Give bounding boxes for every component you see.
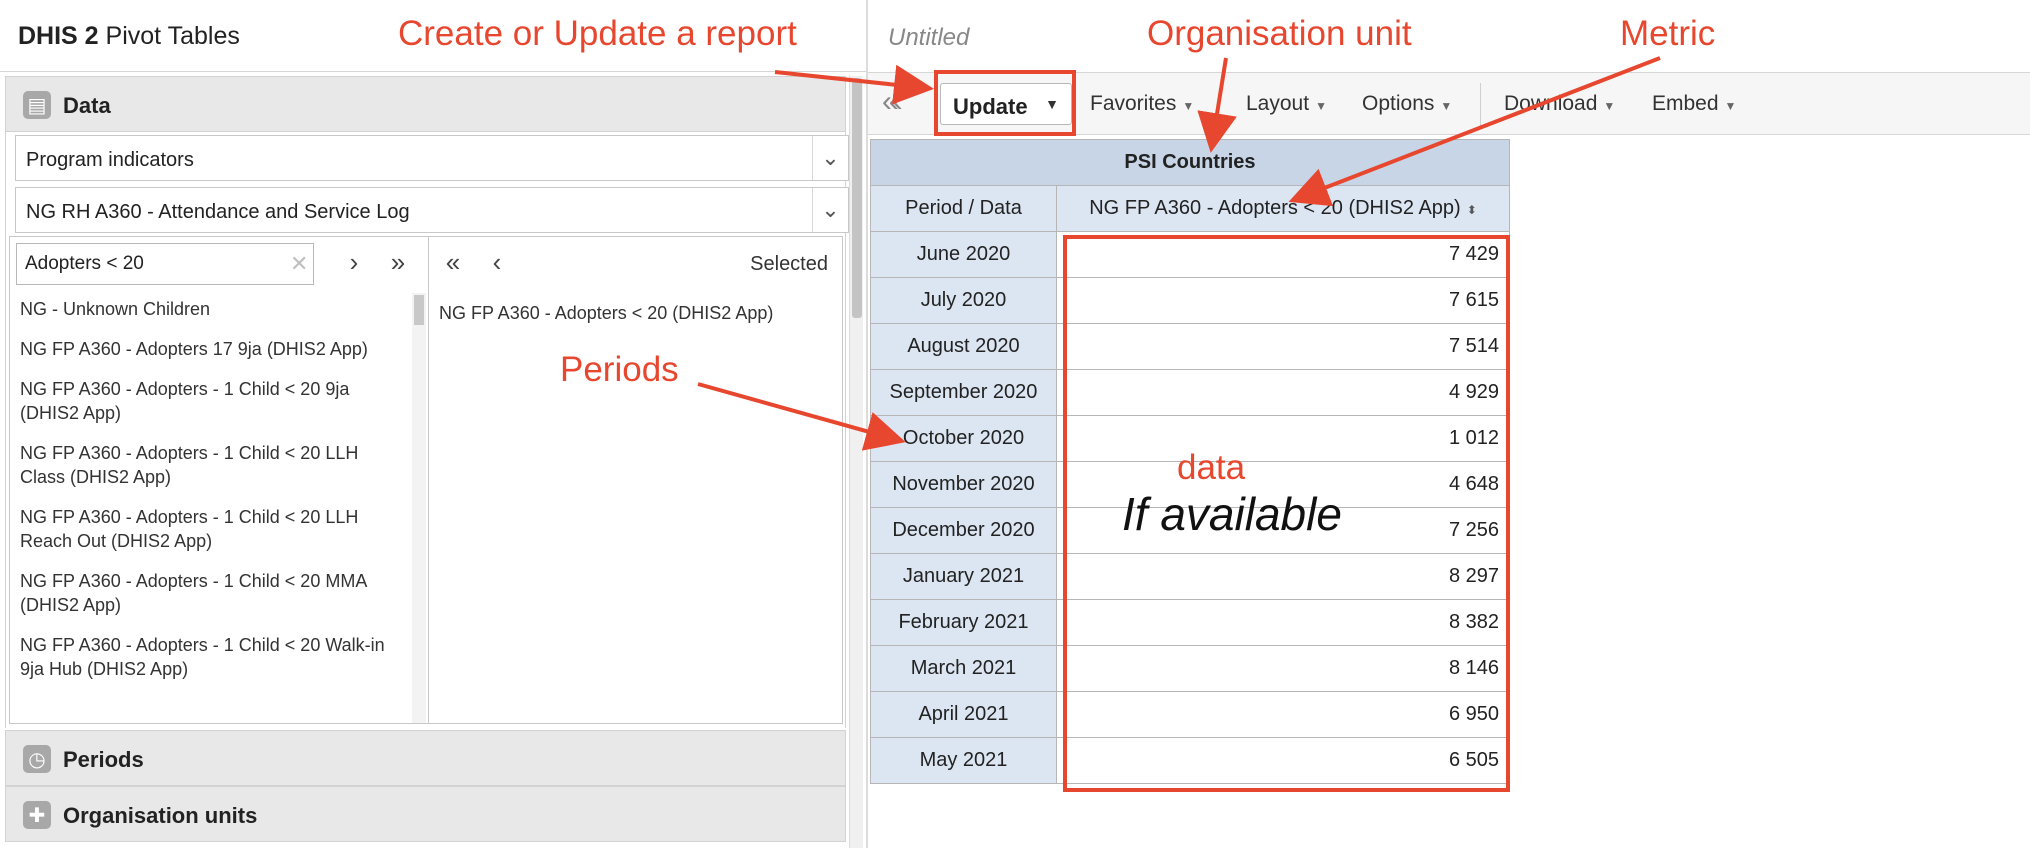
program-select[interactable]: NG RH A360 - Attendance and Service Log … — [15, 187, 849, 233]
data-type-select[interactable]: Program indicators ⌄ — [15, 135, 849, 181]
download-menu[interactable]: Download ▼ — [1504, 92, 1615, 116]
caret-down-icon: ▼ — [1182, 99, 1195, 113]
caret-down-icon: ▼ — [1315, 99, 1327, 113]
metric-label: NG FP A360 - Adopters < 20 (DHIS2 App) — [1089, 197, 1461, 219]
available-item[interactable]: NG FP A360 - Adopters - 1 Child < 20 LLH… — [10, 501, 410, 565]
sort-icon[interactable]: ⬍ — [1467, 203, 1477, 217]
chevron-down-icon[interactable]: ⌄ — [812, 136, 848, 180]
annotation-create-update: Create or Update a report — [398, 14, 797, 53]
clock-icon: ◷ — [23, 745, 51, 773]
collapse-panel-icon[interactable]: «‹ — [882, 85, 903, 119]
caret-down-icon: ▼ — [1440, 99, 1453, 113]
download-label: Download — [1504, 92, 1598, 115]
period-cell: June 2020 — [870, 231, 1057, 278]
org-unit-row: PSI Countries — [870, 139, 1510, 186]
layout-label: Layout — [1246, 92, 1310, 115]
available-item[interactable]: NG FP A360 - Adopters - 1 Child < 20 9ja… — [10, 373, 410, 437]
period-cell: November 2020 — [870, 461, 1057, 508]
available-items-box: ✕ › » NG - Unknown ChildrenNG FP A360 - … — [9, 236, 429, 724]
period-cell: July 2020 — [870, 277, 1057, 324]
app-brand: DHIS 2 — [18, 22, 99, 50]
clear-search-icon[interactable]: ✕ — [290, 251, 308, 277]
left-panel: DHIS 2 Pivot Tables ▤ Data Program indic… — [0, 0, 867, 848]
search-input[interactable] — [16, 243, 314, 285]
caret-down-icon: ▼ — [1603, 99, 1616, 113]
report-title: Untitled — [888, 24, 970, 51]
section-orgunits-header[interactable]: ✚ Organisation units — [5, 786, 846, 842]
available-list: NG - Unknown Children NG FP A360 - Adopte… — [10, 293, 410, 723]
data-highlight-box — [1063, 235, 1510, 792]
data-icon: ▤ — [23, 91, 51, 119]
caret-down-icon: ▼ — [1724, 99, 1737, 113]
update-highlight-box — [934, 70, 1076, 136]
metric-header[interactable]: NG FP A360 - Adopters < 20 (DHIS2 App) ⬍ — [1056, 185, 1510, 232]
available-item[interactable]: NG FP A360 - Adopters - 1 Child < 20 MMA… — [10, 565, 410, 629]
program-value: NG RH A360 - Attendance and Service Log — [26, 201, 410, 223]
section-periods-header[interactable]: ◷ Periods — [5, 730, 846, 786]
annotation-metric: Metric — [1620, 14, 1716, 53]
toolbar-separator — [1480, 83, 1481, 127]
select-all-button[interactable]: » — [380, 247, 416, 278]
period-cell: February 2021 — [870, 599, 1057, 646]
select-one-button[interactable]: › — [336, 247, 372, 278]
available-item[interactable]: NG - Unknown Children — [10, 293, 410, 333]
scroll-thumb[interactable] — [852, 78, 862, 318]
deselect-one-button[interactable]: ‹ — [479, 247, 515, 278]
section-data-label: Data — [63, 93, 111, 118]
section-data-header[interactable]: ▤ Data — [5, 76, 846, 132]
org-unit-header: PSI Countries — [870, 139, 1510, 186]
annotation-periods: Periods — [560, 350, 679, 389]
section-periods-label: Periods — [63, 747, 144, 772]
layout-menu[interactable]: Layout ▼ — [1246, 92, 1327, 116]
period-cell: April 2021 — [870, 691, 1057, 738]
selected-label: Selected — [750, 253, 828, 275]
selected-item[interactable]: NG FP A360 - Adopters < 20 (DHIS2 App) — [439, 303, 773, 324]
deselect-all-button[interactable]: « — [435, 247, 471, 278]
available-item[interactable]: NG FP A360 - Adopters - 1 Child < 20 Wal… — [10, 629, 410, 693]
period-cell: March 2021 — [870, 645, 1057, 692]
period-cell: October 2020 — [870, 415, 1057, 462]
favorites-menu[interactable]: Favorites ▼ — [1090, 92, 1194, 116]
section-orgunits-label: Organisation units — [63, 803, 258, 828]
app-title: DHIS 2 Pivot Tables — [18, 22, 240, 51]
chevron-down-icon[interactable]: ⌄ — [812, 188, 848, 232]
embed-label: Embed — [1652, 92, 1719, 115]
annotation-org-unit: Organisation unit — [1147, 14, 1412, 53]
app-name: Pivot Tables — [105, 22, 240, 50]
selected-items-box: « ‹ Selected NG FP A360 - Adopters < 20 … — [428, 236, 843, 724]
left-panel-scrollbar[interactable] — [849, 76, 863, 848]
period-cell: September 2020 — [870, 369, 1057, 416]
period-cell: January 2021 — [870, 553, 1057, 600]
period-cell: May 2021 — [870, 737, 1057, 784]
available-item[interactable]: NG FP A360 - Adopters 17 9ja (DHIS2 App) — [10, 333, 410, 373]
available-scrollbar[interactable] — [412, 293, 426, 723]
period-cell: August 2020 — [870, 323, 1057, 370]
column-header-row: Period / Data NG FP A360 - Adopters < 20… — [870, 185, 1510, 232]
period-cell: December 2020 — [870, 507, 1057, 554]
plus-icon: ✚ — [23, 801, 51, 829]
data-type-value: Program indicators — [26, 149, 194, 171]
favorites-label: Favorites — [1090, 92, 1177, 115]
embed-menu[interactable]: Embed ▼ — [1652, 92, 1736, 116]
corner-header: Period / Data — [870, 185, 1057, 232]
available-item[interactable]: NG FP A360 - Adopters - 1 Child < 20 LLH… — [10, 437, 410, 501]
scroll-thumb[interactable] — [414, 295, 424, 325]
options-menu[interactable]: Options ▼ — [1362, 92, 1452, 116]
options-label: Options — [1362, 92, 1435, 115]
